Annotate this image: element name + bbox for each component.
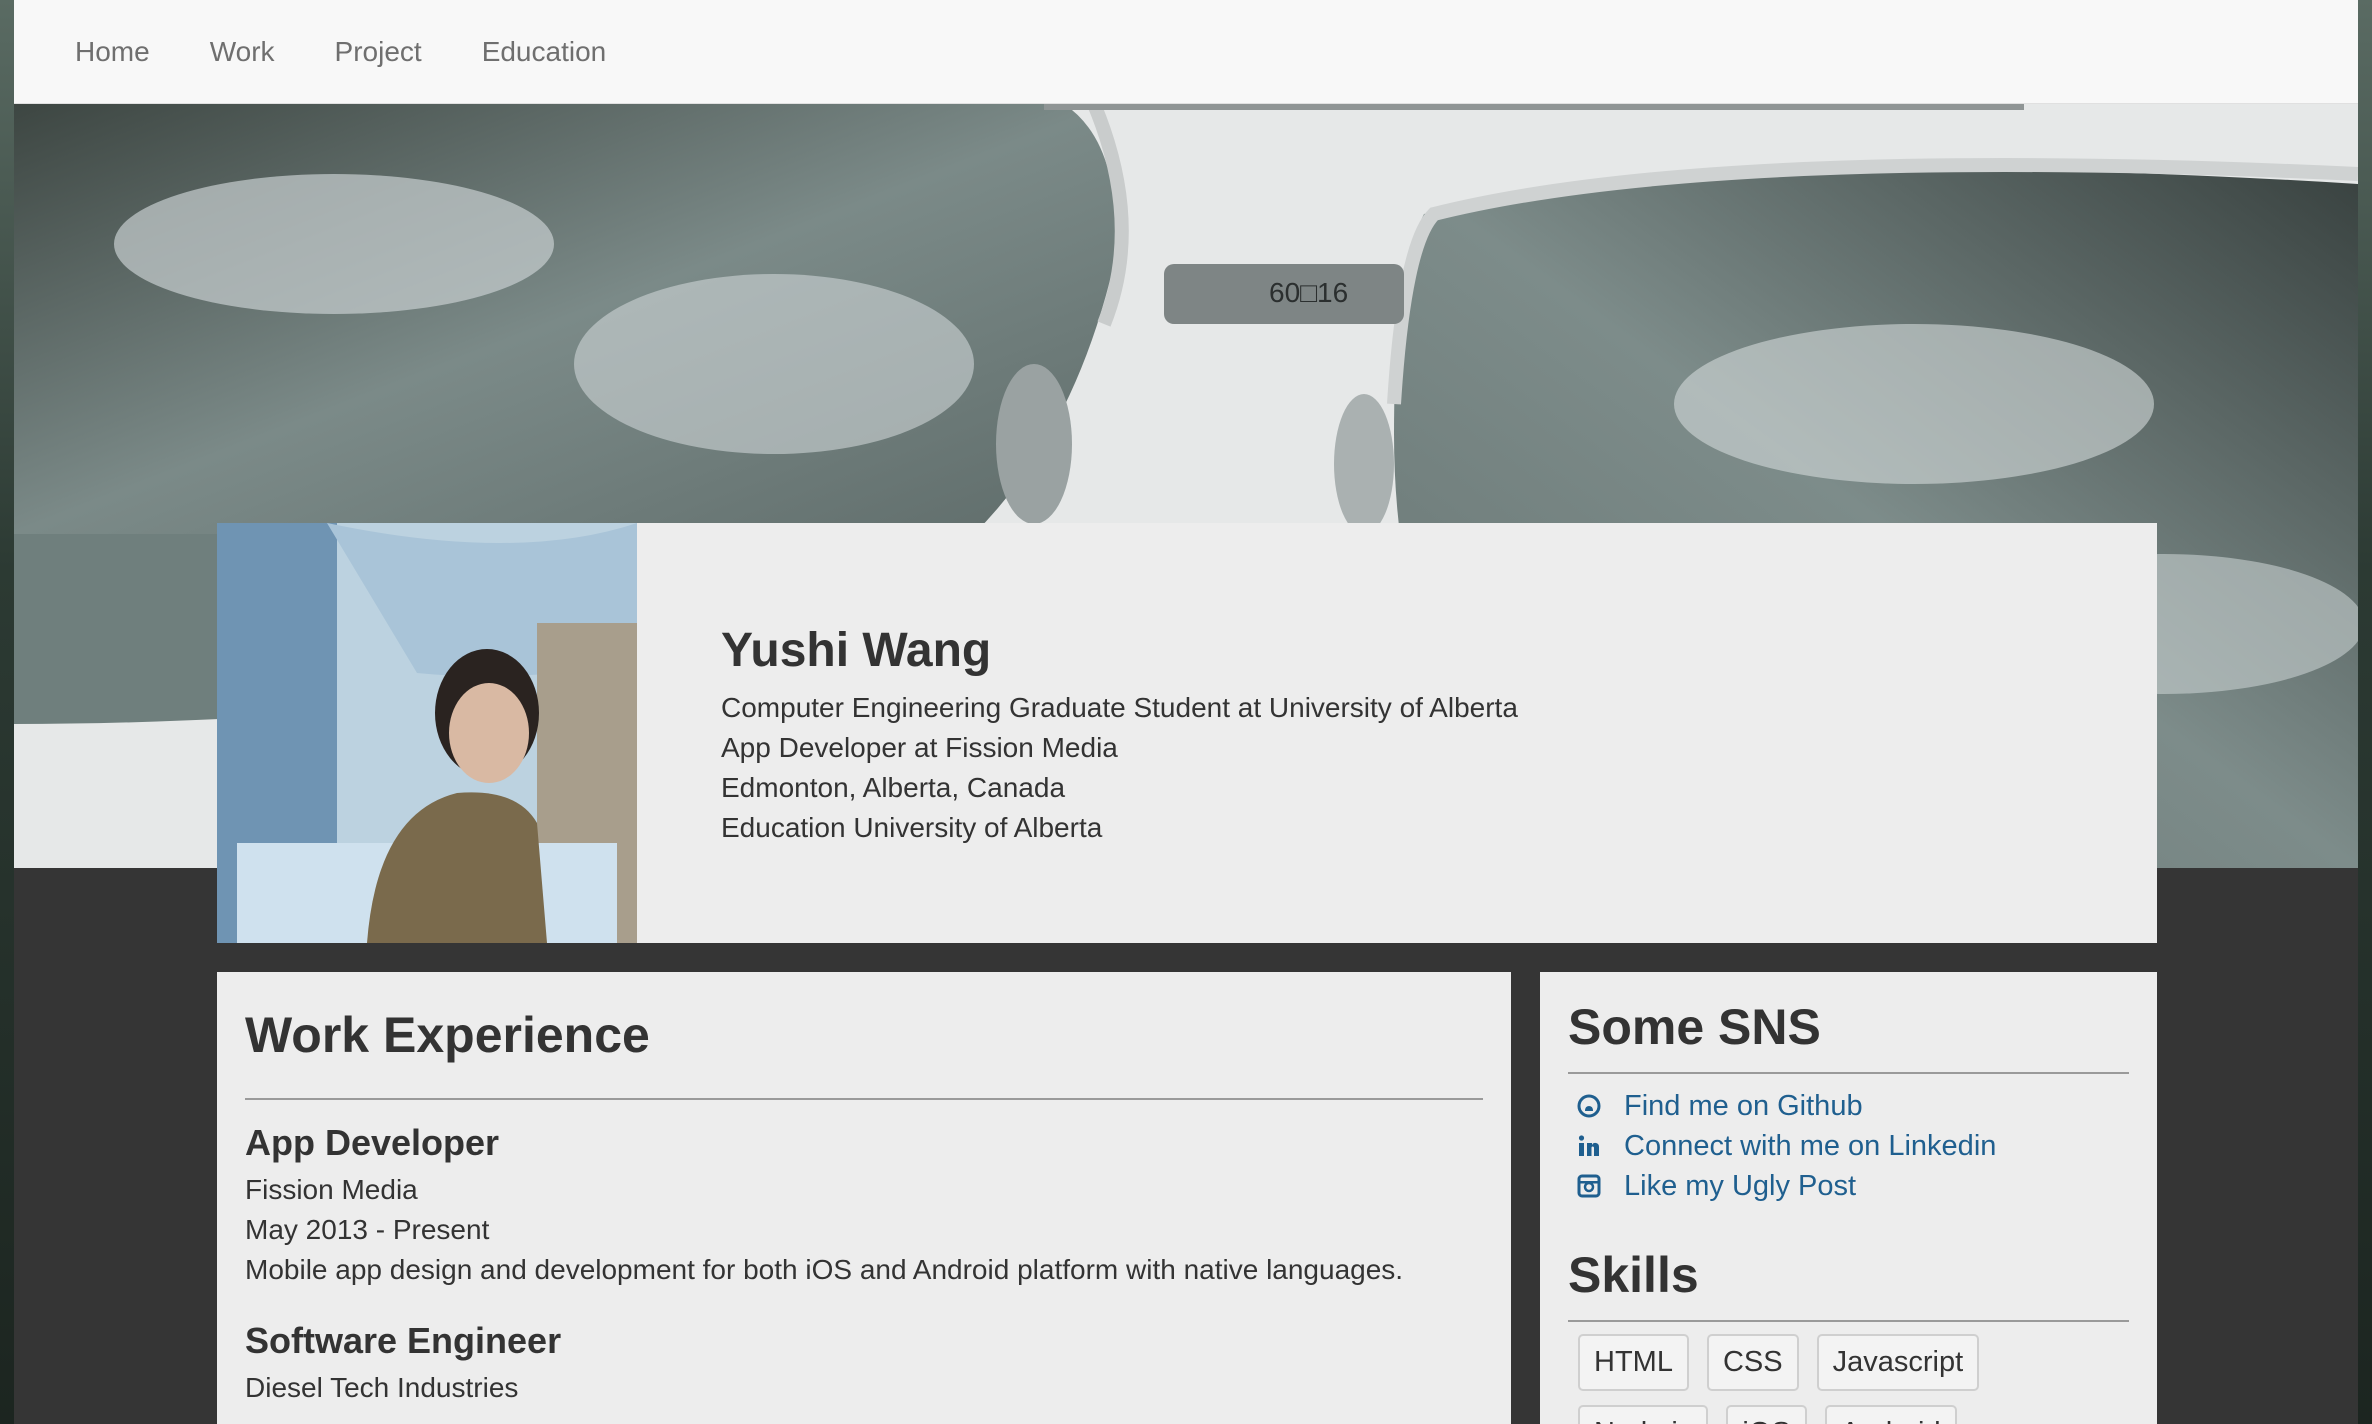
job-period: May 2013 - Present [245, 1214, 490, 1245]
job-title: App Developer [245, 1122, 500, 1163]
nav-work[interactable]: Work [210, 36, 275, 68]
job-title: Software Engineer [245, 1320, 562, 1361]
job-company: Fission Media [245, 1174, 418, 1205]
sns-label: Find me on Github [1624, 1089, 1863, 1122]
work-experience-card: Work Experience App Developer Fission Me… [217, 972, 1511, 1424]
sns-label: Like my Ugly Post [1624, 1169, 1857, 1202]
job-company: Diesel Tech Industries [245, 1372, 519, 1403]
background-right-strip [2358, 0, 2372, 1424]
profile-line-location: Edmonton, Alberta, Canada [721, 772, 1066, 803]
job-item: App Developer Fission Media May 2013 - P… [245, 1122, 1483, 1290]
profile-line-education: Education University of Alberta [721, 812, 1103, 843]
nav-project[interactable]: Project [335, 36, 422, 68]
skill-tag: Node.js [1578, 1405, 1709, 1424]
sns-title: Some SNS [1568, 998, 2129, 1074]
profile-line-degree: Computer Engineering Graduate Student at… [721, 692, 1518, 723]
top-navbar: Home Work Project Education [14, 0, 2358, 104]
profile-name: Yushi Wang [721, 624, 992, 677]
skill-tag: Android [1824, 1405, 1957, 1424]
profile-info: Yushi Wang Computer Engineering Graduate… [637, 523, 1518, 943]
profile-card: Yushi Wang Computer Engineering Graduate… [217, 523, 2157, 943]
job-description: Mobile app design and development for bo… [245, 1254, 1404, 1285]
nav-education[interactable]: Education [482, 36, 607, 68]
sns-label: Connect with me on Linkedin [1624, 1129, 1997, 1162]
linkedin-icon [1576, 1133, 1602, 1159]
work-experience-title: Work Experience [245, 1006, 1483, 1100]
skill-tag: Javascript [1816, 1334, 1980, 1391]
skills-list: HTML CSS Javascript Node.js iOS Android [1568, 1334, 2129, 1424]
sns-link-instagram[interactable]: Like my Ugly Post [1568, 1166, 2129, 1206]
profile-photo [217, 523, 637, 943]
github-icon [1576, 1093, 1602, 1119]
sidebar-card: Some SNS Find me on Github Connect with … [1540, 972, 2157, 1424]
job-item: Software Engineer Diesel Tech Industries [245, 1320, 1483, 1408]
lens-mark-text: 60□16 [1269, 277, 1348, 308]
skills-title: Skills [1568, 1246, 2129, 1322]
profile-line-job: App Developer at Fission Media [721, 732, 1118, 763]
sns-list: Find me on Github Connect with me on Lin… [1568, 1086, 2129, 1206]
sns-link-github[interactable]: Find me on Github [1568, 1086, 2129, 1126]
nav-home[interactable]: Home [75, 36, 150, 68]
sns-link-linkedin[interactable]: Connect with me on Linkedin [1568, 1126, 2129, 1166]
instagram-icon [1576, 1173, 1602, 1199]
skill-tag: iOS [1726, 1405, 1807, 1424]
page-frame: Home Work Project Education 60□16 Yushi … [14, 0, 2358, 1424]
skill-tag: HTML [1578, 1334, 1689, 1391]
skill-tag: CSS [1706, 1334, 1799, 1391]
background-left-strip [0, 0, 14, 1424]
